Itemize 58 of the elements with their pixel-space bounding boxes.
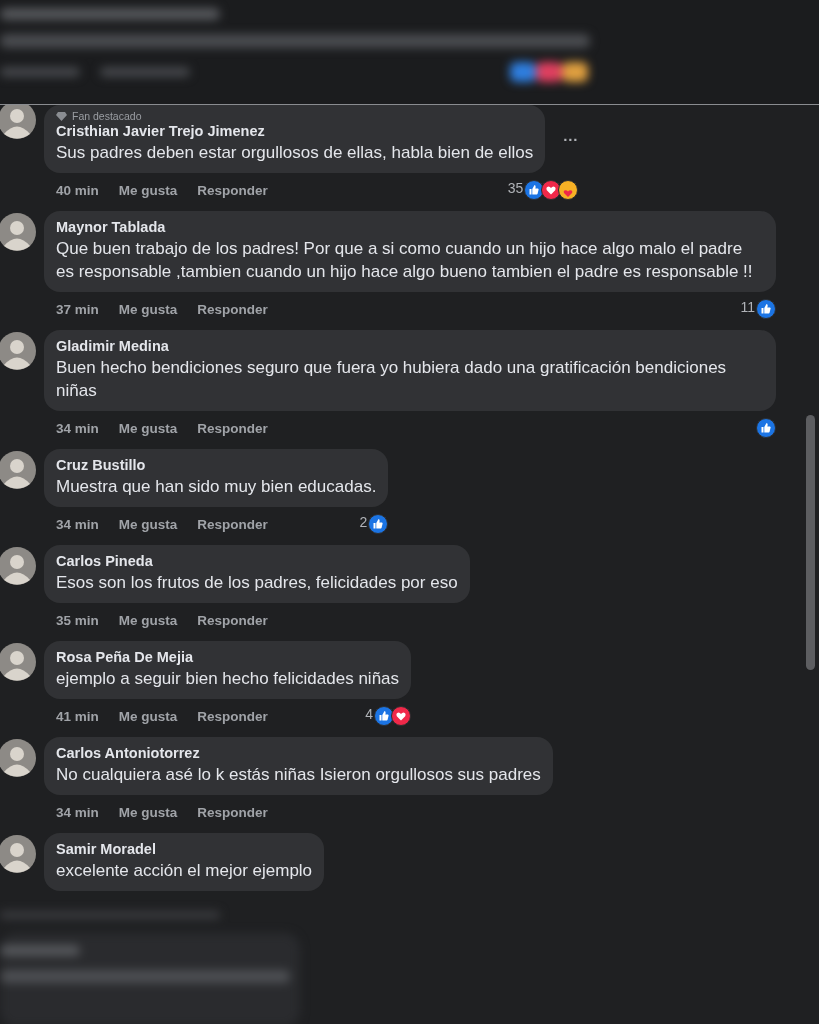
- author-name[interactable]: Gladimir Medina: [56, 337, 764, 356]
- care-emoji-icon: [558, 180, 579, 200]
- avatar-icon[interactable]: [0, 451, 36, 489]
- comment-time[interactable]: 35 min: [56, 612, 99, 628]
- comment-text: Sus padres deben estar orgullosos de ellas, habla bien de ellos: [56, 142, 534, 164]
- avatar-icon[interactable]: [0, 213, 36, 251]
- like-link[interactable]: Me gusta: [118, 516, 178, 532]
- comment-time[interactable]: 41 min: [56, 708, 99, 724]
- author-name[interactable]: Carlos Antoniotorrez: [56, 744, 541, 763]
- like-icon: [756, 418, 776, 438]
- reply-link[interactable]: Responder: [197, 420, 268, 436]
- reaction-count[interactable]: 35: [507, 180, 524, 196]
- like-link[interactable]: Me gusta: [118, 301, 178, 317]
- comment-time[interactable]: 34 min: [56, 516, 99, 532]
- avatar-icon[interactable]: [0, 739, 36, 777]
- reply-link[interactable]: Responder: [197, 182, 268, 198]
- author-name[interactable]: Carlos Pineda: [56, 552, 458, 571]
- reply-link[interactable]: Responder: [197, 612, 268, 628]
- comment-time[interactable]: 40 min: [56, 182, 99, 198]
- reply-link[interactable]: Responder: [197, 804, 268, 820]
- like-link[interactable]: Me gusta: [118, 804, 178, 820]
- reply-link[interactable]: Responder: [197, 516, 268, 532]
- comment-time[interactable]: 34 min: [56, 420, 99, 436]
- comment-text: Buen hecho bendiciones seguro que fuera yo hubiera dado una gratificación bendiciones niñas: [56, 357, 728, 402]
- author-name[interactable]: Rosa Peña De Mejia: [56, 648, 400, 667]
- author-name[interactable]: Maynor Tablada: [56, 218, 764, 237]
- comment-text: ejemplo a seguir bien hecho felicidades niñas: [56, 668, 400, 690]
- like-link[interactable]: Me gusta: [118, 708, 178, 724]
- like-link[interactable]: Me gusta: [118, 420, 178, 436]
- reaction-count[interactable]: 4: [365, 706, 374, 722]
- scrollbar-thumb[interactable]: [806, 415, 815, 670]
- comment-text: Que buen trabajo de los padres! Por que a si como cuando un hijo hace algo malo el padre es responsable ,tambien cuando un hijo hace algo bueno tambien el padre es responsable !!: [56, 238, 754, 283]
- reaction-count[interactable]: 2: [359, 514, 368, 530]
- like-link[interactable]: Me gusta: [118, 612, 178, 628]
- comment-text: Muestra que han sido muy bien educadas.: [56, 476, 377, 498]
- author-name[interactable]: Cruz Bustillo: [56, 456, 377, 475]
- like-icon: [756, 299, 776, 319]
- diamond-icon: [56, 111, 67, 121]
- like-icon: [368, 514, 389, 534]
- comment-text: excelente acción el mejor ejemplo: [56, 860, 313, 882]
- like-icon: [524, 180, 545, 200]
- comment-time[interactable]: 34 min: [56, 804, 99, 820]
- reply-link[interactable]: Responder: [197, 708, 268, 724]
- fan-label: Fan destacado: [72, 110, 142, 122]
- author-name[interactable]: Samir Moradel: [56, 840, 313, 859]
- like-link[interactable]: Me gusta: [118, 182, 178, 198]
- comment-text: No cualquiera asé lo k estás niñas Isieron orgullosos sus padres: [56, 764, 541, 786]
- avatar-icon[interactable]: [0, 332, 36, 370]
- author-name[interactable]: Cristhian Javier Trejo Jimenez: [56, 122, 534, 141]
- comment-text: Esos son los frutos de los padres, felicidades por eso: [56, 572, 458, 594]
- avatar-icon[interactable]: [0, 547, 36, 585]
- avatar-icon[interactable]: [0, 835, 36, 873]
- comment-time[interactable]: 37 min: [56, 301, 99, 317]
- like-icon: [374, 706, 395, 726]
- reaction-count[interactable]: 11: [740, 299, 755, 315]
- more-options-icon[interactable]: ···: [563, 130, 579, 148]
- avatar-icon[interactable]: [0, 643, 36, 681]
- reply-link[interactable]: Responder: [197, 301, 268, 317]
